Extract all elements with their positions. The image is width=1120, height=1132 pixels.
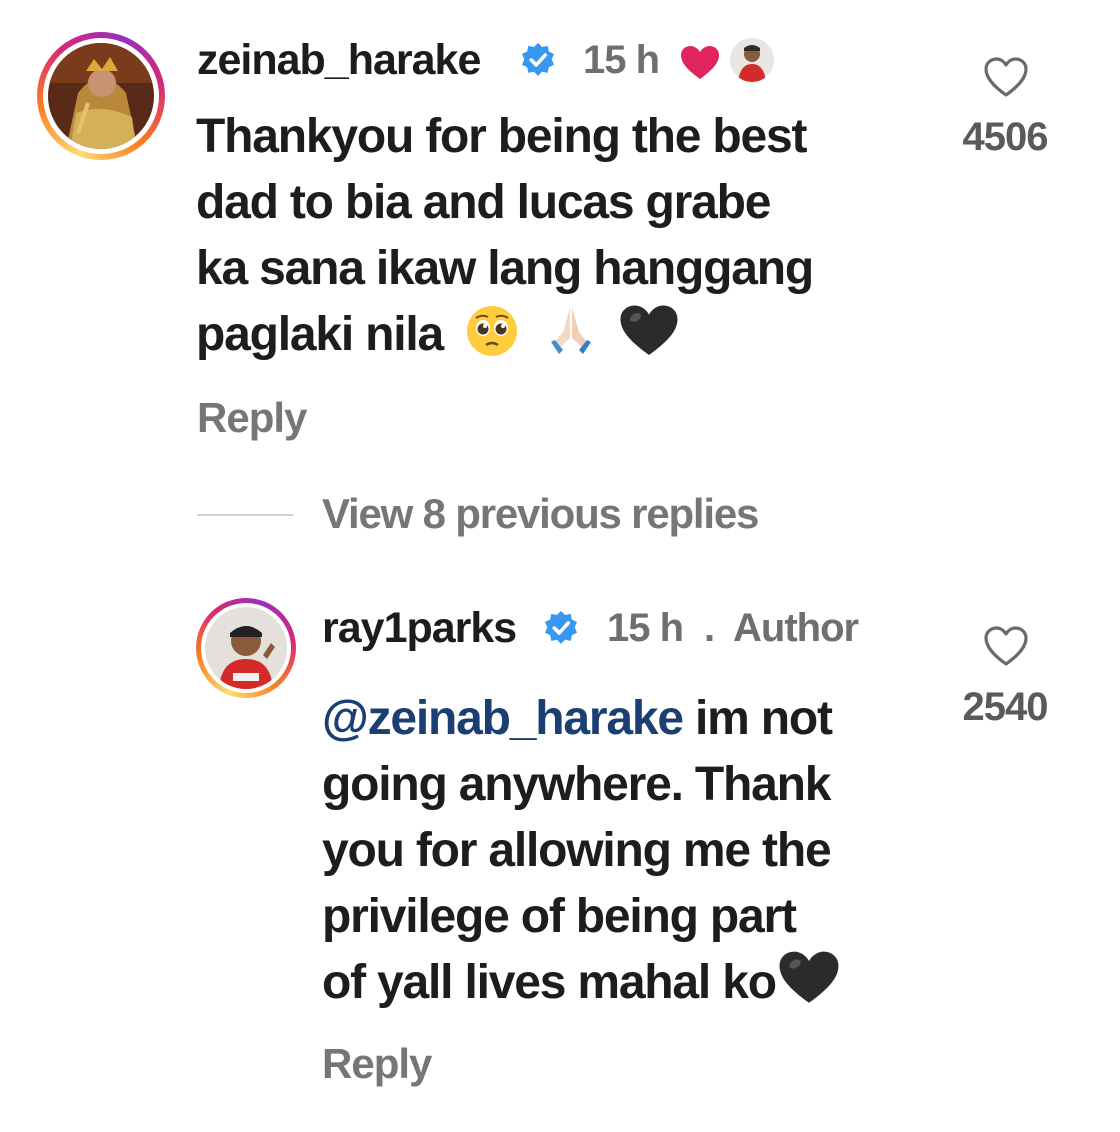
comment-timestamp: 15 h	[583, 38, 660, 82]
reply-text-line: im not	[682, 692, 833, 745]
reply-username[interactable]: ray1parks	[322, 604, 517, 653]
meta-separator: .	[704, 606, 715, 650]
avatar[interactable]	[196, 598, 296, 698]
pleading-face-emoji-icon	[465, 304, 519, 376]
comment-username[interactable]: zeinab_harake	[197, 36, 481, 85]
comment-text: Thankyou for being the best dad to bia a…	[196, 104, 814, 376]
reply-text-line: going anywhere. Thank	[322, 758, 831, 811]
like-count: 4506	[962, 115, 1049, 159]
reply-timestamp: 15 h	[607, 606, 684, 650]
author-mini-avatar	[730, 38, 774, 82]
like-heart-icon[interactable]	[982, 55, 1030, 104]
verified-badge-icon	[520, 42, 556, 83]
mention-link[interactable]: @zeinab_harake	[322, 692, 684, 745]
black-heart-emoji-icon	[778, 950, 840, 1024]
comment-text-line: paglaki nila	[196, 308, 444, 361]
reply-text-line: privilege of being part	[322, 890, 797, 943]
verified-badge-icon	[543, 610, 579, 651]
comment-text-line: ka sana ikaw lang hanggang	[196, 242, 814, 295]
reply-text: @zeinab_harake im not going anywhere. Th…	[322, 686, 840, 1024]
black-heart-emoji-icon	[619, 304, 679, 376]
reply-button[interactable]: Reply	[322, 1040, 432, 1088]
liked-by-author-heart-icon	[680, 45, 720, 86]
like-count: 2540	[962, 685, 1049, 729]
like-heart-icon[interactable]	[982, 624, 1030, 673]
reply-text-line: you for allowing me the	[322, 824, 832, 877]
view-previous-replies-button[interactable]: View 8 previous replies	[322, 490, 759, 538]
avatar[interactable]	[37, 32, 165, 160]
comment-text-line: dad to bia and lucas grabe	[196, 176, 771, 229]
comment-text-line: Thankyou for being the best	[196, 110, 808, 163]
thread-divider	[197, 514, 293, 516]
comment-thread: zeinab_harake 15 h Thankyou for being th…	[0, 0, 1120, 1132]
reply-text-line: of yall lives mahal ko	[322, 956, 777, 1009]
reply-button[interactable]: Reply	[197, 394, 307, 442]
folded-hands-emoji-icon	[543, 302, 599, 376]
author-label: Author	[733, 606, 859, 650]
